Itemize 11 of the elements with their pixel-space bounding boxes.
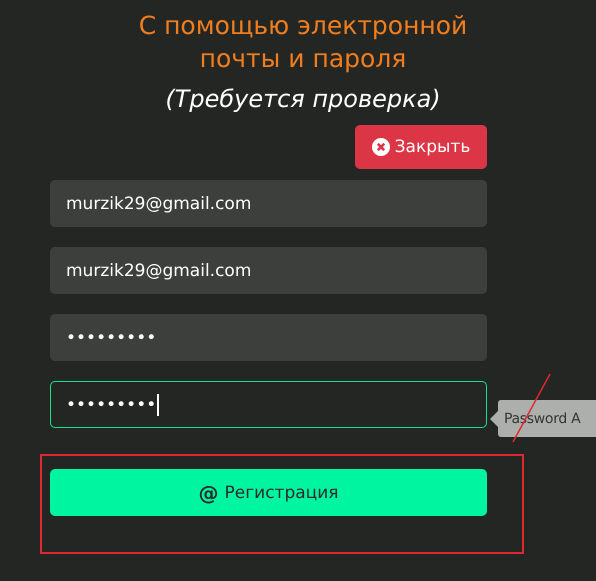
tooltip-pointer-icon <box>490 410 498 426</box>
register-button[interactable]: @ Регистрация <box>50 469 487 516</box>
close-icon <box>372 138 390 156</box>
input-field[interactable]: ••••••••• <box>50 381 487 428</box>
close-button[interactable]: Закрыть <box>355 125 487 169</box>
input-field[interactable]: ••••••••• <box>50 314 487 361</box>
subtitle: (Требуется проверка) <box>165 85 441 113</box>
heading-line: почты и пароля <box>200 43 406 75</box>
heading-line: С помощью электронной <box>138 10 468 42</box>
input-field[interactable]: murzik29@gmail.com <box>50 180 487 227</box>
input-field[interactable]: murzik29@gmail.com <box>50 247 487 294</box>
